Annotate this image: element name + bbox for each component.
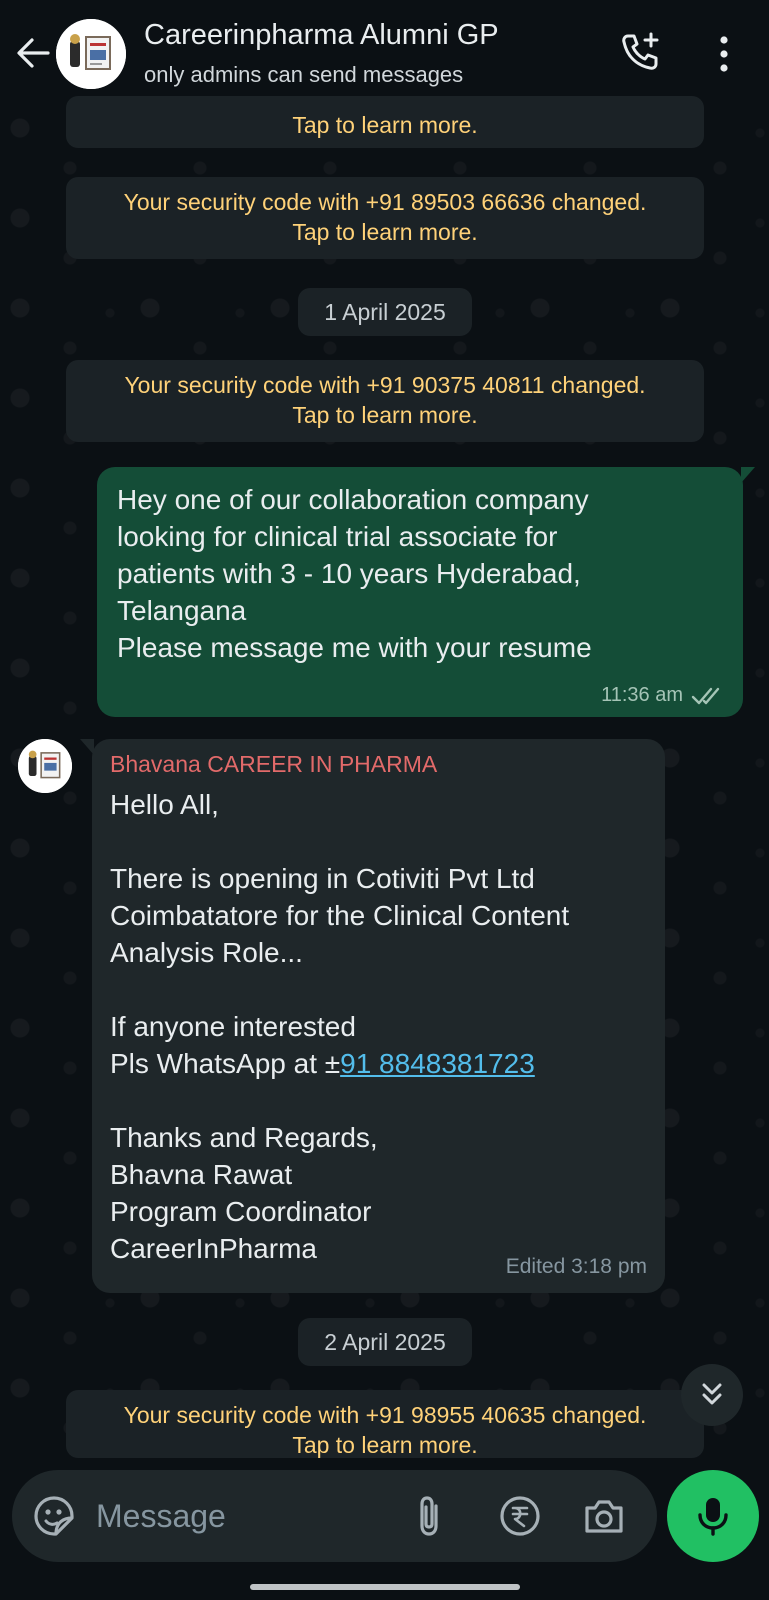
notice-line: Your security code with +91 90375 40811 … — [124, 372, 646, 398]
rupee-icon[interactable] — [498, 1494, 542, 1538]
paperclip-icon[interactable] — [410, 1494, 450, 1538]
message-composer — [12, 1470, 657, 1562]
add-call-icon[interactable] — [618, 30, 662, 74]
date-separator: 2 April 2025 — [298, 1318, 472, 1366]
message-line: Analysis Role... — [110, 937, 303, 968]
message-line: Thanks and Regards, — [110, 1122, 378, 1153]
message-line: Program Coordinator — [110, 1196, 372, 1227]
scroll-to-bottom-button[interactable] — [681, 1364, 743, 1426]
chat-header: Careerinpharma Alumni GP only admins can… — [0, 0, 769, 108]
message-text: Hello All, There is opening in Cotiviti … — [110, 786, 647, 1267]
notice-text: Tap to learn more. — [292, 112, 478, 138]
message-line: There is opening in Cotiviti Pvt Ltd — [110, 863, 535, 894]
message-meta: Edited 3:18 pm — [505, 1255, 647, 1278]
notice-line: Your security code with +91 98955 40635 … — [123, 1402, 647, 1428]
message-input[interactable] — [96, 1492, 396, 1540]
message-time: 11:36 am — [601, 684, 683, 706]
notice-link: Tap to learn more. — [292, 402, 478, 428]
security-notice[interactable]: Your security code with +91 90375 40811 … — [66, 360, 704, 442]
group-subtitle[interactable]: only admins can send messages — [144, 62, 463, 88]
security-notice[interactable]: Your security code with +91 98955 40635 … — [66, 1390, 704, 1458]
double-chevron-down-icon — [702, 1383, 722, 1405]
group-title[interactable]: Careerinpharma Alumni GP — [144, 19, 499, 52]
more-vertical-icon[interactable] — [706, 34, 742, 74]
sender-name[interactable]: Bhavana CAREER IN PHARMA — [110, 751, 647, 778]
arrow-left-icon[interactable] — [14, 34, 52, 72]
sender-avatar[interactable] — [18, 739, 72, 793]
voice-message-button[interactable] — [667, 1470, 759, 1562]
message-line: Pls WhatsApp at ±91 8848381723 — [110, 1045, 647, 1082]
message-text: Hey one of our collaboration company loo… — [117, 484, 592, 663]
security-notice[interactable]: Your security code with +91 89503 66636 … — [66, 177, 704, 259]
security-notice-partial[interactable]: Tap to learn more. — [66, 96, 704, 148]
message-line: If anyone interested — [110, 1011, 356, 1042]
double-check-icon — [691, 687, 720, 704]
sticker-icon[interactable] — [32, 1494, 76, 1538]
message-line: Coimbatatore for the Clinical Content — [110, 900, 570, 931]
notice-link: Tap to learn more. — [292, 1432, 478, 1458]
notice-link: Tap to learn more. — [292, 219, 478, 245]
home-indicator[interactable] — [250, 1584, 520, 1590]
incoming-message[interactable]: Bhavana CAREER IN PHARMA Hello All, Ther… — [80, 739, 665, 1293]
notice-line: Your security code with +91 89503 66636 … — [123, 189, 647, 215]
camera-icon[interactable] — [582, 1496, 626, 1536]
outgoing-message[interactable]: Hey one of our collaboration company loo… — [97, 467, 755, 717]
message-line: Bhavna Rawat — [110, 1159, 293, 1190]
phone-link[interactable]: 91 8848381723 — [340, 1048, 535, 1079]
microphone-icon — [698, 1498, 728, 1536]
message-line-prefix: Pls WhatsApp at ± — [110, 1048, 341, 1079]
group-avatar[interactable] — [56, 19, 126, 89]
message-meta: 11:36 am — [601, 684, 725, 707]
date-separator: 1 April 2025 — [298, 288, 472, 336]
message-line: Hello All, — [110, 789, 219, 820]
